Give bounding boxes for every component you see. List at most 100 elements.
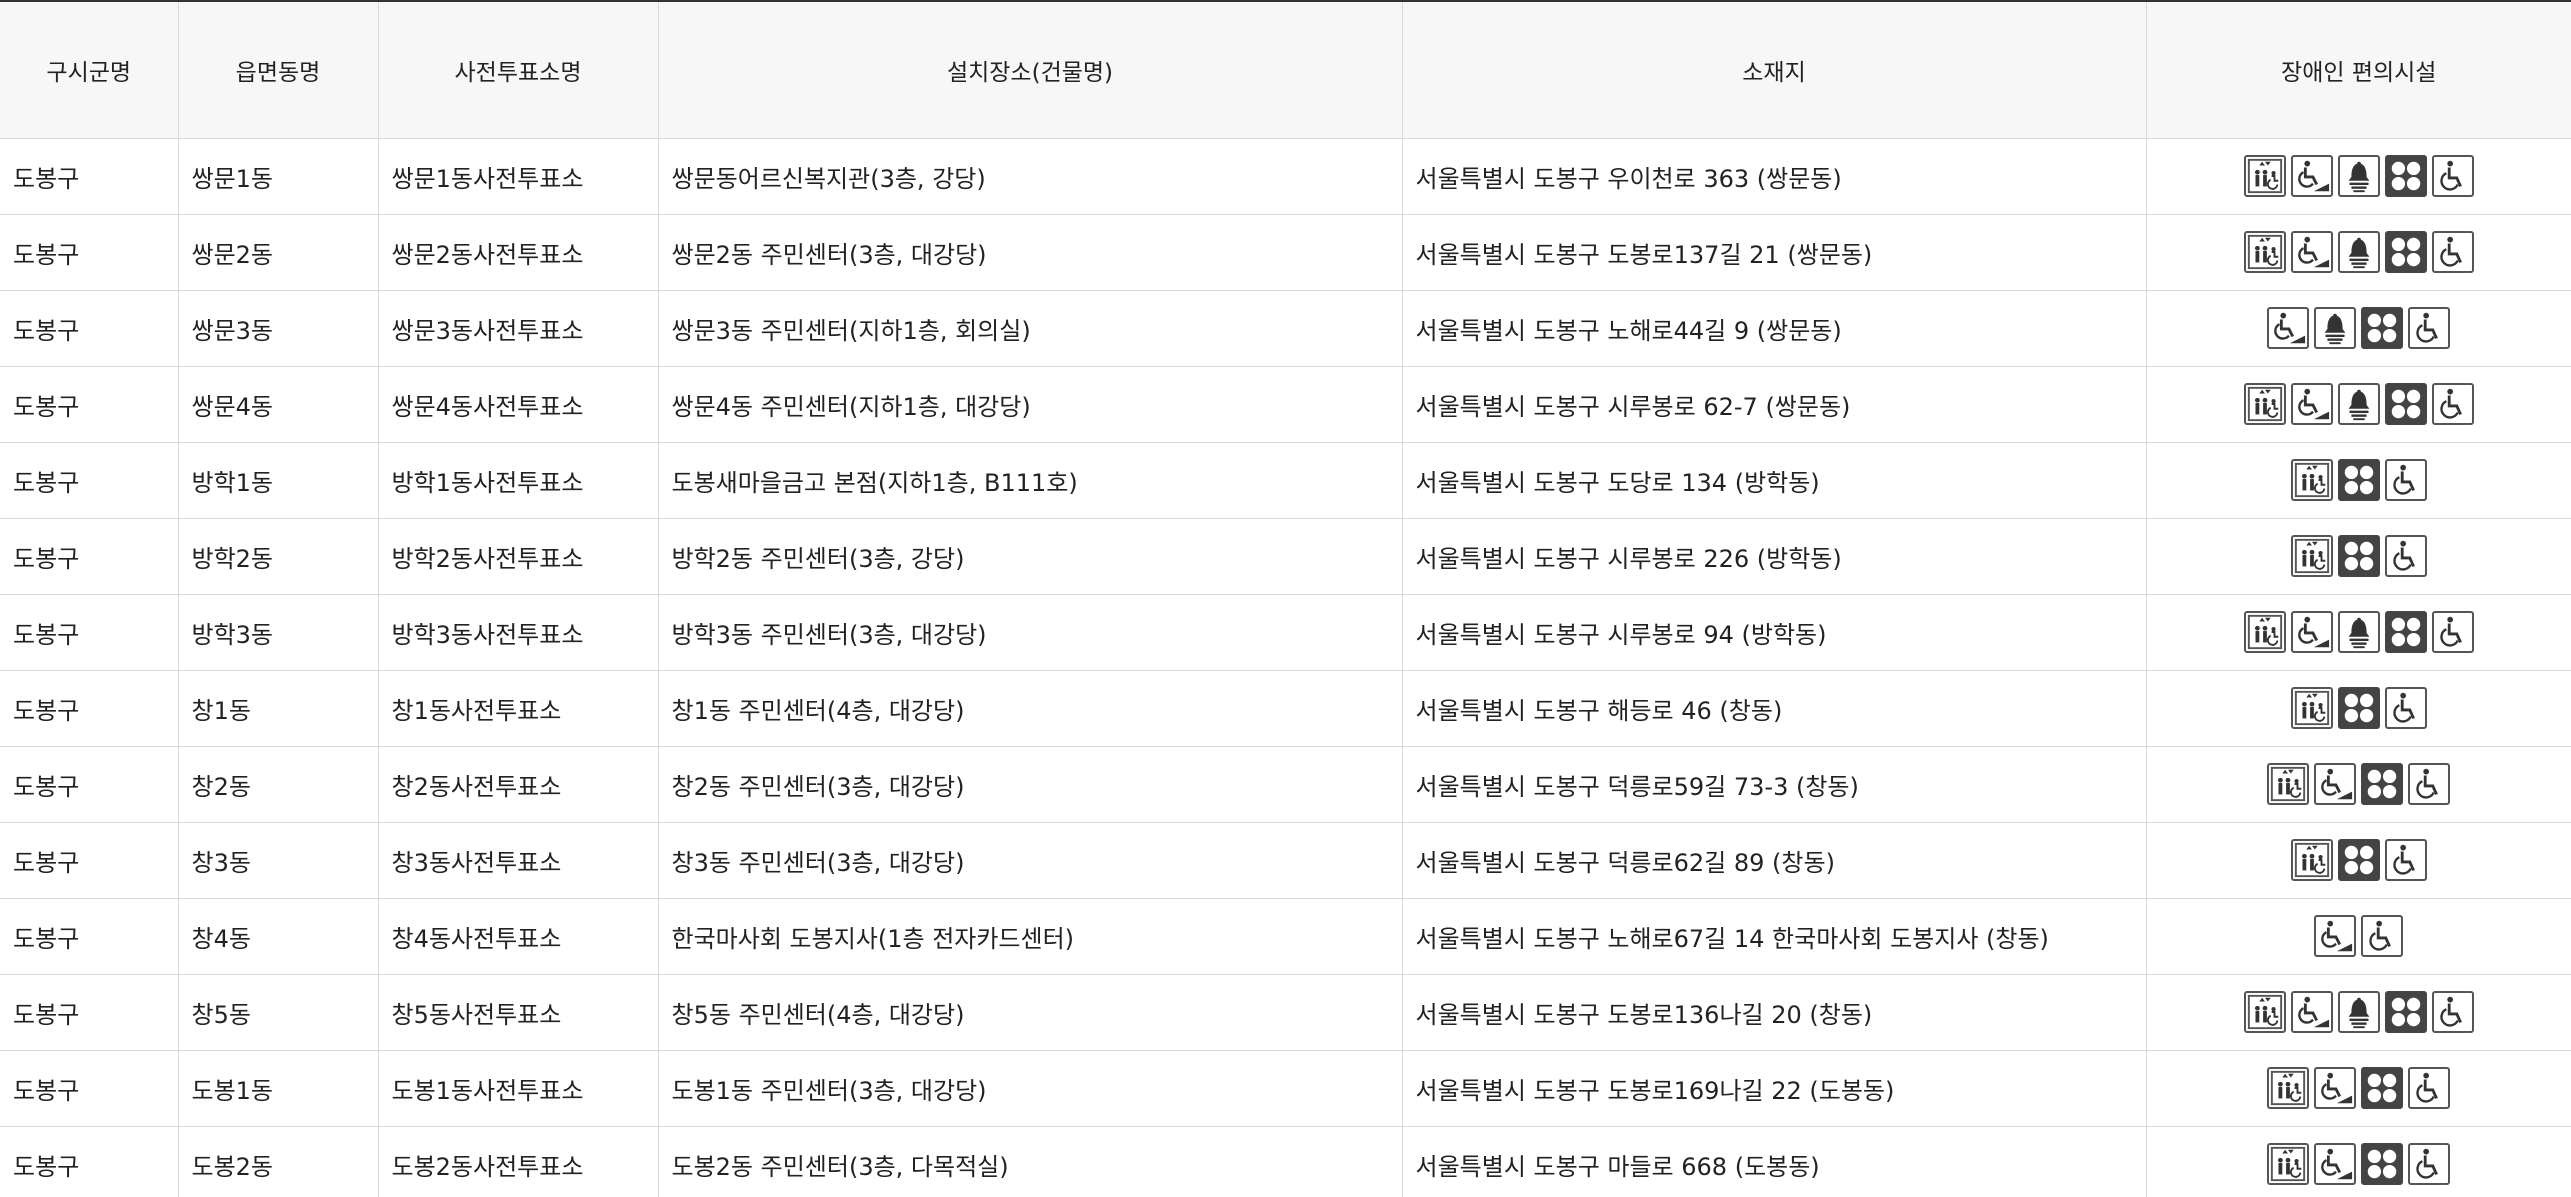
table-row: 도봉구 창5동 창5동사전투표소 창5동 주민센터(4층, 대강당) 서울특별시 도봉구… (0, 974, 2571, 1051)
header-dong: 읍면동명 (178, 2, 379, 139)
cell-address: 서울특별시 도봉구 시루봉로 94 (방학동) (1402, 594, 2147, 671)
wheelchair-icon (2408, 1143, 2451, 1185)
table-row: 도봉구 창2동 창2동사전투표소 창2동 주민센터(3층, 대강당) 서울특별시 도봉구… (0, 746, 2571, 823)
table-row: 도봉구 도봉2동 도봉2동사전투표소 도봉2동 주민센터(3층, 다목적실) 서울특별시… (0, 1126, 2571, 1197)
table-row: 도봉구 도봉1동 도봉1동사전투표소 도봉1동 주민센터(3층, 대강당) 서울특별시 … (0, 1050, 2571, 1127)
cell-place: 쌍문2동 주민센터(3층, 대강당) (658, 214, 1403, 291)
cell-facilities (2146, 822, 2571, 899)
bell-icon (2337, 231, 2380, 273)
cell-facilities (2146, 442, 2571, 519)
braille-icon (2361, 763, 2404, 805)
facility-icon-group (2267, 1143, 2451, 1185)
cell-gu: 도봉구 (0, 974, 179, 1051)
table-row: 도봉구 창3동 창3동사전투표소 창3동 주민센터(3층, 대강당) 서울특별시 도봉구… (0, 822, 2571, 899)
cell-gu: 도봉구 (0, 1050, 179, 1127)
cell-station: 방학2동사전투표소 (378, 518, 659, 595)
facility-icon-group (2267, 763, 2451, 805)
facility-icon-group (2267, 307, 2451, 349)
ramp-icon (2267, 307, 2310, 349)
wheelchair-icon (2431, 611, 2474, 653)
wheelchair-icon (2384, 839, 2427, 881)
wheelchair-icon (2408, 1067, 2451, 1109)
cell-station: 창3동사전투표소 (378, 822, 659, 899)
cell-place: 방학3동 주민센터(3층, 대강당) (658, 594, 1403, 671)
table-row: 도봉구 쌍문2동 쌍문2동사전투표소 쌍문2동 주민센터(3층, 대강당) 서울특별시 … (0, 214, 2571, 291)
braille-icon (2361, 307, 2404, 349)
wheelchair-icon (2408, 307, 2451, 349)
ramp-icon (2290, 231, 2333, 273)
cell-place: 한국마사회 도봉지사(1층 전자카드센터) (658, 898, 1403, 975)
facility-icon-group (2290, 687, 2427, 729)
cell-facilities (2146, 290, 2571, 367)
cell-gu: 도봉구 (0, 290, 179, 367)
cell-address: 서울특별시 도봉구 우이천로 363 (쌍문동) (1402, 138, 2147, 215)
facility-icon-group (2243, 383, 2474, 425)
cell-facilities (2146, 670, 2571, 747)
cell-place: 도봉1동 주민센터(3층, 대강당) (658, 1050, 1403, 1127)
braille-icon (2337, 535, 2380, 577)
wheelchair-icon (2384, 535, 2427, 577)
cell-gu: 도봉구 (0, 746, 179, 823)
cell-station: 방학1동사전투표소 (378, 442, 659, 519)
cell-facilities (2146, 746, 2571, 823)
table-row: 도봉구 방학2동 방학2동사전투표소 방학2동 주민센터(3층, 강당) 서울특별시 도… (0, 518, 2571, 595)
braille-icon (2337, 459, 2380, 501)
wheelchair-icon (2431, 231, 2474, 273)
cell-place: 쌍문4동 주민센터(지하1층, 대강당) (658, 366, 1403, 443)
braille-icon (2384, 155, 2427, 197)
cell-dong: 창1동 (178, 670, 379, 747)
elevator-icon (2267, 1067, 2310, 1109)
table-row: 도봉구 창1동 창1동사전투표소 창1동 주민센터(4층, 대강당) 서울특별시 도봉구… (0, 670, 2571, 747)
elevator-icon (2267, 1143, 2310, 1185)
cell-facilities (2146, 214, 2571, 291)
cell-dong: 쌍문2동 (178, 214, 379, 291)
cell-facilities (2146, 974, 2571, 1051)
cell-gu: 도봉구 (0, 366, 179, 443)
cell-dong: 도봉1동 (178, 1050, 379, 1127)
bell-icon (2337, 155, 2380, 197)
cell-station: 창4동사전투표소 (378, 898, 659, 975)
header-address: 소재지 (1402, 2, 2147, 139)
cell-place: 창1동 주민센터(4층, 대강당) (658, 670, 1403, 747)
facility-icon-group (2290, 459, 2427, 501)
table-row: 도봉구 쌍문4동 쌍문4동사전투표소 쌍문4동 주민센터(지하1층, 대강당) 서울특별… (0, 366, 2571, 443)
braille-icon (2361, 1067, 2404, 1109)
elevator-icon (2290, 839, 2333, 881)
cell-dong: 창3동 (178, 822, 379, 899)
cell-facilities (2146, 898, 2571, 975)
table-row: 도봉구 방학3동 방학3동사전투표소 방학3동 주민센터(3층, 대강당) 서울특별시 … (0, 594, 2571, 671)
cell-facilities (2146, 1050, 2571, 1127)
cell-address: 서울특별시 도봉구 시루봉로 226 (방학동) (1402, 518, 2147, 595)
cell-place: 도봉2동 주민센터(3층, 다목적실) (658, 1126, 1403, 1197)
table-row: 도봉구 쌍문1동 쌍문1동사전투표소 쌍문동어르신복지관(3층, 강당) 서울특별시 도… (0, 138, 2571, 215)
ramp-icon (2314, 915, 2357, 957)
elevator-icon (2243, 991, 2286, 1033)
header-place: 설치장소(건물명) (658, 2, 1403, 139)
facility-icon-group (2243, 611, 2474, 653)
ramp-icon (2314, 1067, 2357, 1109)
cell-dong: 방학2동 (178, 518, 379, 595)
cell-address: 서울특별시 도봉구 도봉로136나길 20 (창동) (1402, 974, 2147, 1051)
braille-icon (2361, 1143, 2404, 1185)
cell-gu: 도봉구 (0, 442, 179, 519)
wheelchair-icon (2431, 991, 2474, 1033)
cell-gu: 도봉구 (0, 518, 179, 595)
elevator-icon (2290, 535, 2333, 577)
header-gu: 구시군명 (0, 2, 179, 139)
cell-address: 서울특별시 도봉구 덕릉로59길 73-3 (창동) (1402, 746, 2147, 823)
wheelchair-icon (2431, 155, 2474, 197)
braille-icon (2384, 231, 2427, 273)
bell-icon (2314, 307, 2357, 349)
elevator-icon (2290, 459, 2333, 501)
cell-station: 쌍문3동사전투표소 (378, 290, 659, 367)
braille-icon (2384, 383, 2427, 425)
cell-dong: 쌍문3동 (178, 290, 379, 367)
braille-icon (2337, 687, 2380, 729)
ramp-icon (2290, 991, 2333, 1033)
braille-icon (2384, 611, 2427, 653)
cell-station: 쌍문4동사전투표소 (378, 366, 659, 443)
cell-facilities (2146, 366, 2571, 443)
cell-place: 도봉새마을금고 본점(지하1층, B111호) (658, 442, 1403, 519)
cell-address: 서울특별시 도봉구 노해로67길 14 한국마사회 도봉지사 (창동) (1402, 898, 2147, 975)
cell-facilities (2146, 518, 2571, 595)
